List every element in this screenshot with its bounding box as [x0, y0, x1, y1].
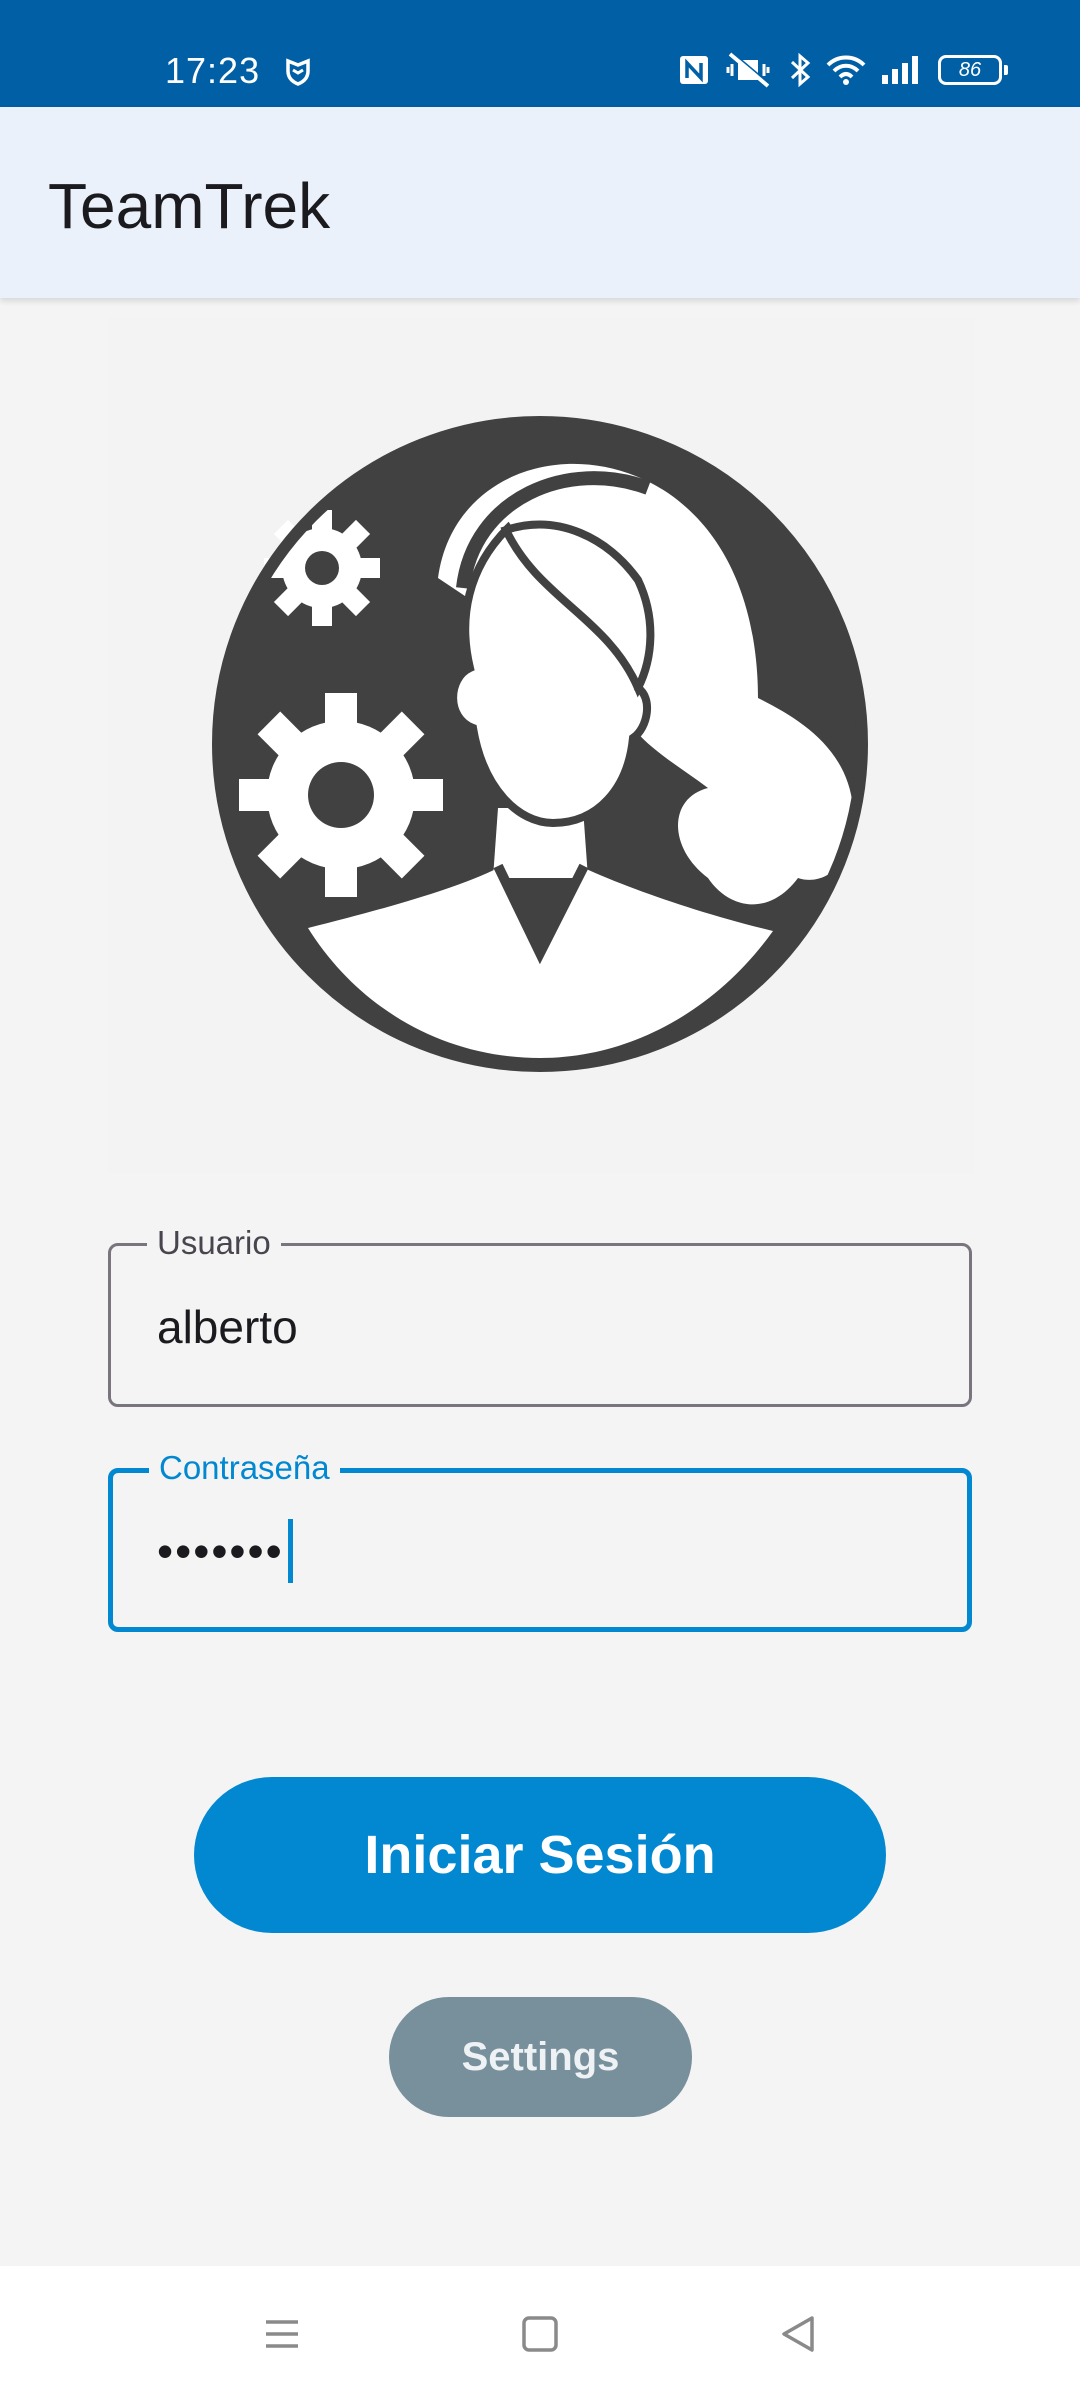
- bluetooth-icon: [788, 52, 812, 88]
- menu-icon[interactable]: [252, 2304, 312, 2364]
- woman-with-gears-logo: [108, 318, 974, 1173]
- back-icon[interactable]: [768, 2304, 828, 2364]
- app-bar: TeamTrek: [0, 107, 1080, 298]
- navigation-bar: [0, 2266, 1080, 2400]
- nfc-icon: [678, 54, 710, 86]
- battery-icon: 86: [938, 55, 1008, 85]
- app-title: TeamTrek: [48, 170, 331, 242]
- status-bar: 17:23 86: [0, 0, 1080, 107]
- password-value-wrap: •••••••: [157, 1519, 293, 1583]
- status-icons: 86: [678, 48, 1008, 92]
- settings-button[interactable]: Settings: [389, 1997, 692, 2117]
- home-icon[interactable]: [510, 2304, 570, 2364]
- vibrate-muted-icon: [724, 52, 774, 88]
- password-value: •••••••: [157, 1525, 284, 1577]
- large-gear-icon: [239, 693, 443, 897]
- login-button[interactable]: Iniciar Sesión: [194, 1777, 886, 1933]
- small-gear-icon: [264, 510, 380, 626]
- text-caret: [287, 1519, 293, 1583]
- username-value: alberto: [157, 1301, 298, 1353]
- shield-icon: [284, 58, 312, 86]
- username-field[interactable]: Usuario alberto: [108, 1224, 972, 1407]
- signal-icon: [880, 55, 924, 85]
- password-label: Contraseña: [149, 1449, 340, 1487]
- username-label: Usuario: [147, 1224, 281, 1262]
- wifi-icon: [826, 54, 866, 86]
- password-field[interactable]: Contraseña •••••••: [108, 1449, 972, 1632]
- status-time: 17:23: [165, 50, 261, 91]
